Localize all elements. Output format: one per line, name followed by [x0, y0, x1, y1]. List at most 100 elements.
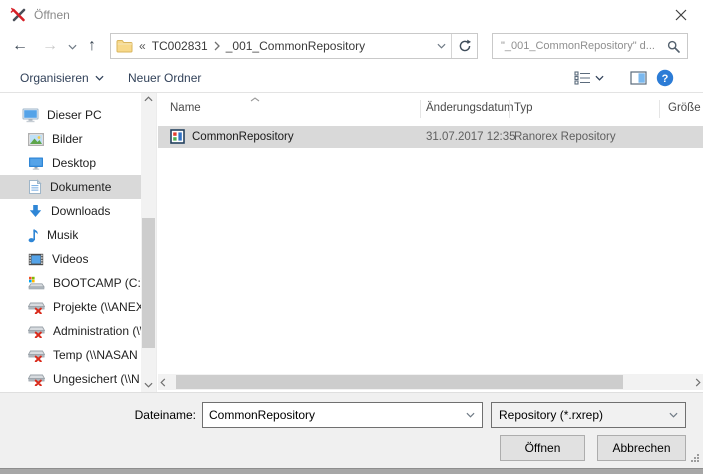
breadcrumb-item-001-commonrepository[interactable]: _001_CommonRepository	[226, 39, 365, 53]
recent-locations-chevron-icon[interactable]	[68, 44, 77, 50]
network-drive-disconnected-icon	[28, 300, 45, 314]
new-folder-button[interactable]: Neuer Ordner	[128, 63, 201, 92]
sidebar-item-musik[interactable]: Musik	[0, 223, 141, 247]
column-header-size[interactable]: Größe	[668, 96, 701, 120]
address-bar[interactable]: « TC002831 _001_CommonRepository	[110, 33, 478, 59]
new-folder-label: Neuer Ordner	[128, 71, 201, 85]
close-icon	[675, 9, 687, 21]
sidebar-item-dieser-pc[interactable]: Dieser PC	[0, 103, 141, 127]
scroll-down-icon[interactable]	[141, 382, 156, 388]
sidebar-item-bilder[interactable]: Bilder	[0, 127, 141, 151]
sidebar-list: Dieser PC Bilder DesktopDokumente Downloads…	[0, 103, 141, 391]
column-header-modified[interactable]: Änderungsdatum	[426, 96, 514, 120]
sidebar-item-ungesichert-n[interactable]: Ungesichert (\\N	[0, 367, 141, 391]
open-file-dialog: Öffnen ← → ↑ « TC002831 _001_CommonReposi…	[0, 0, 703, 474]
documents-icon	[28, 179, 42, 195]
window-title: Öffnen	[34, 8, 70, 22]
filetype-dropdown[interactable]: Repository (*.rxrep)	[491, 402, 686, 428]
sidebar-scrollbar-thumb[interactable]	[142, 218, 155, 348]
search-input[interactable]	[493, 40, 667, 52]
open-button[interactable]: Öffnen	[500, 435, 585, 461]
sidebar-scrollbar[interactable]	[141, 93, 156, 392]
filename-input[interactable]	[203, 408, 466, 422]
sidebar-item-temp-nasan[interactable]: Temp (\\NASAN	[0, 343, 141, 367]
music-icon	[28, 228, 39, 243]
scroll-left-icon[interactable]	[160, 374, 166, 390]
computer-icon	[22, 108, 39, 123]
back-button[interactable]: ←	[12, 34, 28, 58]
sidebar-item-desktop[interactable]: Desktop	[0, 151, 141, 175]
file-modified: 31.07.2017 12:35	[426, 126, 516, 148]
sidebar-item-downloads[interactable]: Downloads	[0, 199, 141, 223]
sidebar-item-dokumente[interactable]: Dokumente	[0, 175, 141, 199]
file-row-commonrepository[interactable]: CommonRepository 31.07.2017 12:35Ranorex …	[158, 126, 703, 148]
refresh-icon[interactable]	[452, 39, 477, 53]
breadcrumb: TC002831 _001_CommonRepository	[146, 39, 431, 53]
chevron-down-icon[interactable]	[466, 412, 475, 418]
horizontal-scrollbar[interactable]	[158, 374, 703, 390]
network-drive-disconnected-icon	[28, 348, 45, 362]
svg-text:?: ?	[662, 73, 669, 85]
sidebar-item-label: Bilder	[52, 132, 83, 146]
filetype-value: Repository (*.rxrep)	[492, 408, 669, 422]
file-list: Name Änderungsdatum Typ Größe CommonRepo…	[158, 93, 703, 392]
help-button[interactable]: ?	[656, 63, 674, 92]
sidebar-item-bootcamp-c[interactable]: BOOTCAMP (C:)	[0, 271, 141, 295]
sidebar-item-label: Temp (\\NASAN	[53, 348, 138, 362]
sidebar-item-label: Ungesichert (\\N	[53, 372, 140, 386]
folder-icon	[116, 39, 133, 53]
close-button[interactable]	[658, 0, 703, 30]
filename-combobox	[202, 402, 483, 428]
sidebar-item-label: BOOTCAMP (C:)	[53, 276, 141, 290]
column-divider[interactable]	[659, 100, 660, 118]
organize-label: Organisieren	[20, 71, 89, 85]
sidebar-item-label: Videos	[52, 252, 88, 266]
title-bar: Öffnen	[0, 0, 703, 30]
chevron-down-icon	[95, 75, 104, 81]
drive-icon	[28, 276, 45, 290]
forward-button: →	[42, 34, 58, 58]
filename-label: Dateiname:	[40, 402, 196, 428]
sidebar-item-videos[interactable]: Videos	[0, 247, 141, 271]
column-header-type[interactable]: Typ	[514, 96, 533, 120]
file-name: CommonRepository	[192, 126, 294, 148]
sidebar-item-administration[interactable]: Administration (\\	[0, 319, 141, 343]
address-overflow-indicator[interactable]: «	[139, 39, 146, 53]
sidebar-item-projekte-anex[interactable]: Projekte (\\ANEX	[0, 295, 141, 319]
search-icon[interactable]	[667, 40, 680, 53]
sidebar-item-label: Administration (\\	[53, 324, 141, 338]
horizontal-scrollbar-thumb[interactable]	[176, 375, 623, 389]
preview-pane-icon	[630, 71, 647, 85]
address-dropdown-icon[interactable]	[431, 43, 451, 49]
videos-icon	[28, 253, 44, 266]
crumb-separator-icon	[214, 41, 220, 51]
sidebar-item-label: Projekte (\\ANEX	[53, 300, 141, 314]
sidebar-item-label: Downloads	[51, 204, 110, 218]
change-view-button[interactable]	[574, 63, 604, 92]
command-bar: Organisieren Neuer Ordner ?	[0, 63, 703, 93]
details-view-icon	[574, 71, 591, 85]
chevron-down-icon	[669, 412, 678, 418]
network-drive-disconnected-icon	[28, 372, 45, 386]
file-type: Ranorex Repository	[514, 126, 616, 148]
cancel-button[interactable]: Abbrechen	[597, 435, 686, 461]
scroll-right-icon[interactable]	[695, 374, 701, 390]
downloads-icon	[28, 204, 43, 219]
sidebar-item-label: Dieser PC	[47, 108, 102, 122]
help-icon: ?	[656, 69, 674, 87]
desktop-icon	[28, 156, 44, 170]
breadcrumb-item-tc002831[interactable]: TC002831	[152, 39, 208, 53]
footer-panel: Dateiname: Repository (*.rxrep) Öffnen A…	[0, 392, 703, 469]
organize-button[interactable]: Organisieren	[20, 63, 104, 92]
column-divider[interactable]	[509, 100, 510, 118]
main-area: Dieser PC Bilder DesktopDokumente Downloads…	[0, 93, 703, 392]
window-bottom-edge	[0, 468, 703, 474]
sort-ascending-icon	[250, 97, 260, 102]
column-divider[interactable]	[420, 100, 421, 118]
preview-pane-button[interactable]	[630, 63, 647, 92]
column-header-name[interactable]: Name	[170, 96, 201, 120]
scroll-up-icon[interactable]	[141, 96, 156, 102]
up-button[interactable]: ↑	[88, 34, 96, 58]
search-box	[492, 33, 688, 59]
resize-grip[interactable]	[690, 453, 700, 463]
